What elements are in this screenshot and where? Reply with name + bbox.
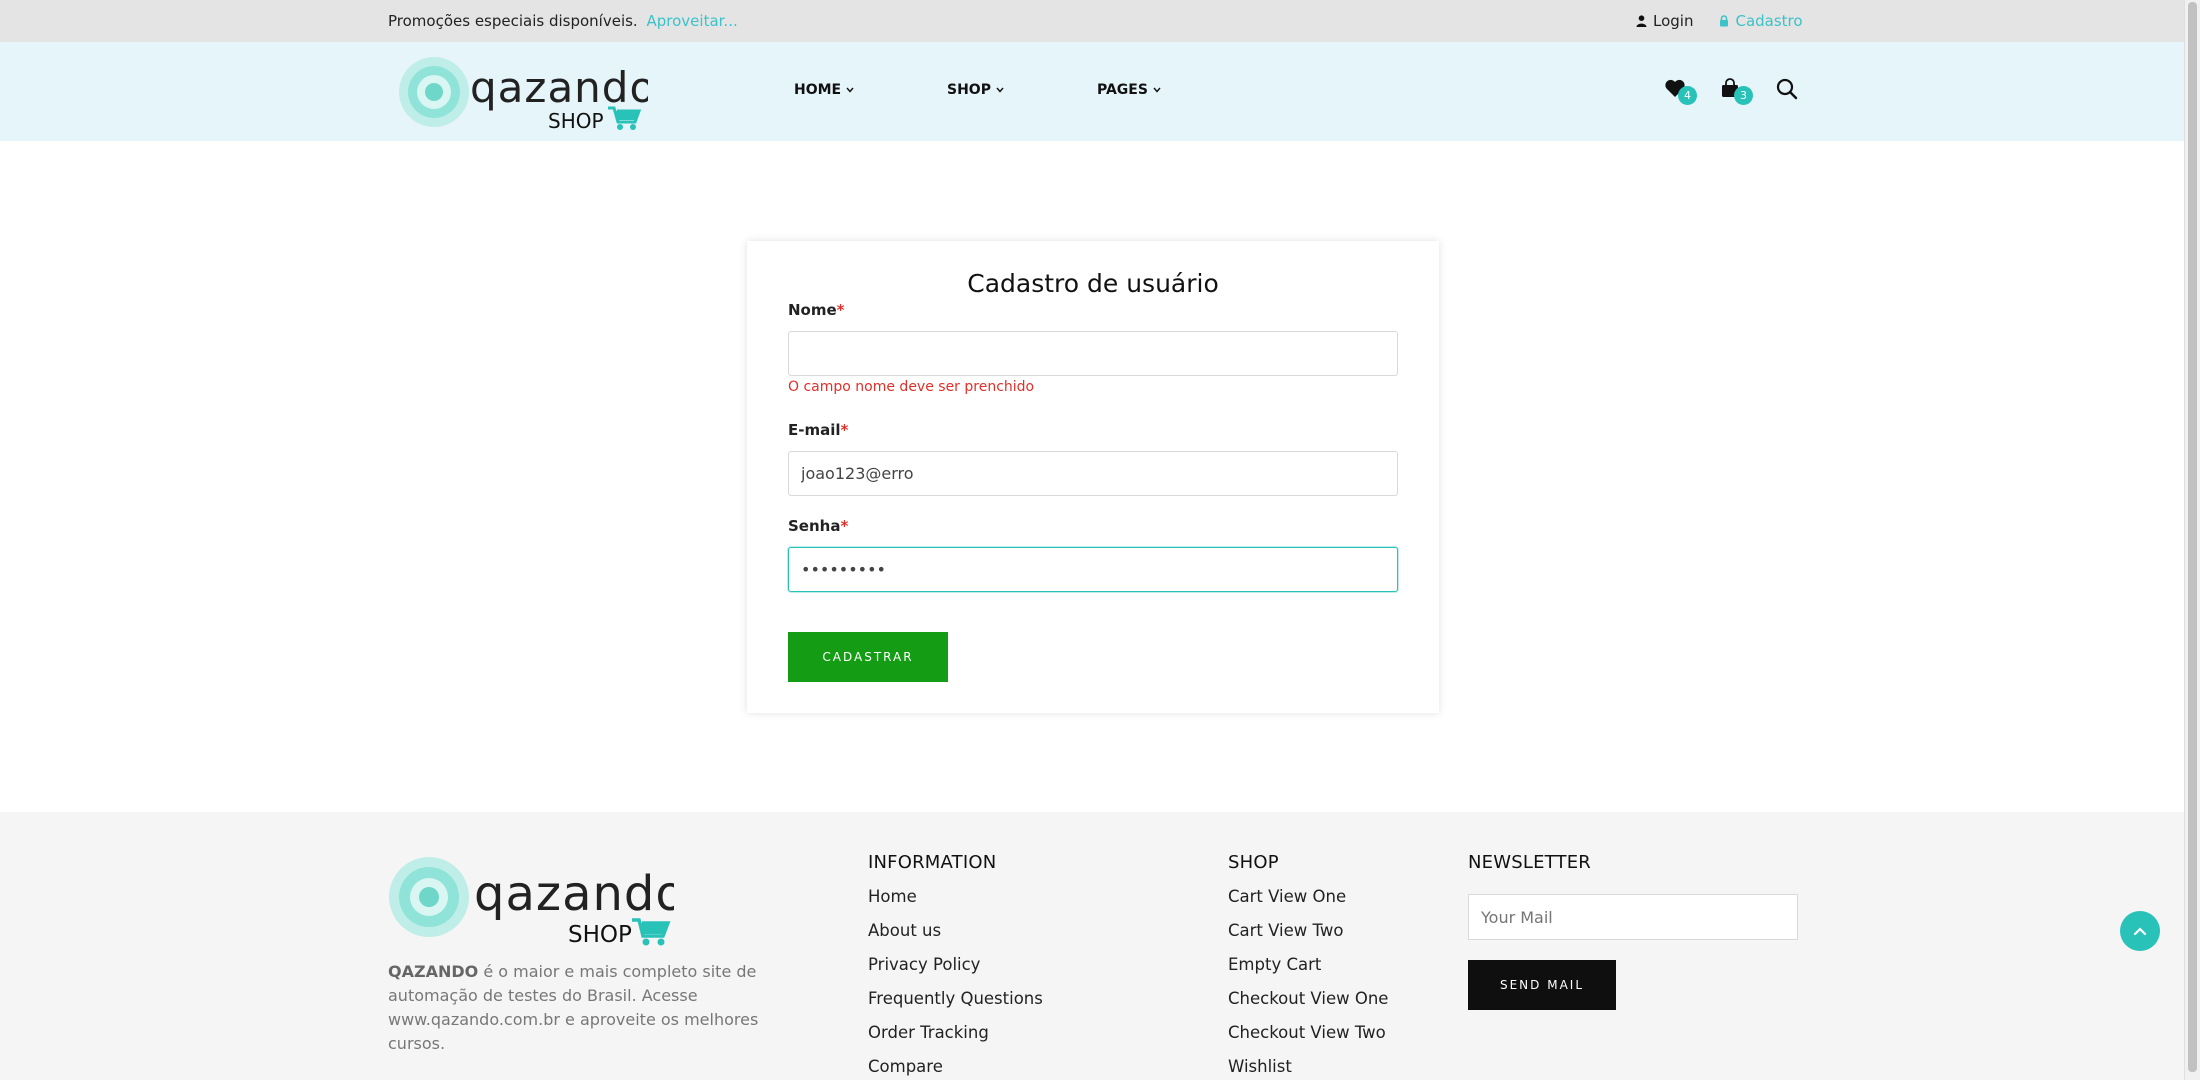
chevron-down-icon [1153, 87, 1161, 93]
promo-link[interactable]: Aproveitar... [647, 12, 738, 30]
password-input[interactable] [788, 547, 1398, 592]
nav-home[interactable]: HOME [794, 82, 947, 98]
cadastro-label: Cadastro [1735, 12, 1803, 30]
svg-text:qazando: qazando [470, 63, 648, 112]
name-label: Nome* [788, 301, 845, 319]
footer-link-about[interactable]: About us [868, 921, 1043, 955]
required-mark: * [840, 421, 849, 439]
promo-text: Promoções especiais disponíveis. [388, 12, 638, 30]
scrollbar-thumb[interactable] [2188, 2, 2197, 1072]
footer-link-checkout-one[interactable]: Checkout View One [1228, 989, 1388, 1023]
footer-link-cart-one[interactable]: Cart View One [1228, 887, 1388, 921]
shop-heading: SHOP [1228, 852, 1279, 873]
scroll-to-top-button[interactable] [2120, 911, 2160, 951]
nav-pages[interactable]: PAGES [1097, 82, 1161, 98]
cadastro-link[interactable]: Cadastro [1719, 12, 1803, 30]
register-button[interactable]: CADASTRAR [788, 632, 948, 682]
footer-newsletter: NEWSLETTER SEND MAIL [1468, 852, 1798, 1010]
qazando-shop-logo[interactable]: qazando SHOP [398, 56, 648, 132]
send-mail-button[interactable]: SEND MAIL [1468, 960, 1616, 1010]
newsletter-heading: NEWSLETTER [1468, 852, 1592, 873]
footer-link-wishlist[interactable]: Wishlist [1228, 1057, 1388, 1080]
account-links: Login Cadastro [1636, 12, 1803, 30]
footer-information: INFORMATION Home About us Privacy Policy… [868, 852, 1043, 1080]
name-error-message: O campo nome deve ser prenchido [788, 379, 1035, 395]
footer-link-compare[interactable]: Compare [868, 1057, 1043, 1080]
main-nav: HOME SHOP PAGES [794, 82, 1161, 98]
footer-link-privacy[interactable]: Privacy Policy [868, 955, 1043, 989]
email-label: E-mail* [788, 421, 849, 439]
search-icon [1776, 78, 1798, 100]
footer-logo[interactable]: qazando SHOP [388, 856, 674, 948]
search-button[interactable] [1776, 78, 1800, 102]
lock-icon [1720, 15, 1729, 27]
site-footer: qazando SHOP QAZANDO é o maior e mais co… [0, 812, 2184, 1080]
cart-count-badge: 3 [1734, 86, 1753, 105]
chevron-down-icon [846, 87, 854, 93]
name-input[interactable] [788, 331, 1398, 376]
footer-link-checkout-two[interactable]: Checkout View Two [1228, 1023, 1388, 1057]
login-label: Login [1653, 12, 1694, 30]
wishlist-button[interactable]: 4 [1664, 78, 1697, 105]
login-link[interactable]: Login [1636, 12, 1693, 30]
svg-text:SHOP: SHOP [548, 109, 604, 132]
chevron-down-icon [996, 87, 1004, 93]
footer-shop: SHOP Cart View One Cart View Two Empty C… [1228, 852, 1388, 1080]
newsletter-email-input[interactable] [1468, 894, 1798, 940]
footer-description: QAZANDO é o maior e mais completo site d… [388, 962, 759, 1053]
promo-message: Promoções especiais disponíveis. Aprovei… [388, 12, 738, 30]
svg-text:SHOP: SHOP [568, 922, 632, 948]
top-bar: Promoções especiais disponíveis. Aprovei… [0, 0, 2184, 42]
page-scrollbar[interactable] [2184, 0, 2200, 1080]
chevron-up-icon [2133, 927, 2147, 936]
user-icon [1636, 15, 1647, 27]
form-title: Cadastro de usuário [967, 269, 1219, 298]
header-icons: 4 3 [1664, 78, 1800, 105]
svg-text:qazando: qazando [474, 866, 674, 922]
email-input[interactable] [788, 451, 1398, 496]
footer-link-order-tracking[interactable]: Order Tracking [868, 1023, 1043, 1057]
main-header: qazando SHOP HOME SHOP PAGES 4 3 [0, 42, 2184, 141]
wishlist-count-badge: 4 [1678, 86, 1697, 105]
information-heading: INFORMATION [868, 852, 997, 873]
footer-link-cart-two[interactable]: Cart View Two [1228, 921, 1388, 955]
footer-link-faq[interactable]: Frequently Questions [868, 989, 1043, 1023]
register-form-card: Cadastro de usuário Nome* O campo nome d… [747, 241, 1439, 713]
required-mark: * [840, 517, 849, 535]
footer-link-empty-cart[interactable]: Empty Cart [1228, 955, 1388, 989]
footer-link-home[interactable]: Home [868, 887, 1043, 921]
cart-button[interactable]: 3 [1720, 78, 1753, 105]
password-label: Senha* [788, 517, 849, 535]
nav-shop[interactable]: SHOP [947, 82, 1097, 98]
cart-logo-icon [632, 918, 671, 946]
required-mark: * [836, 301, 845, 319]
